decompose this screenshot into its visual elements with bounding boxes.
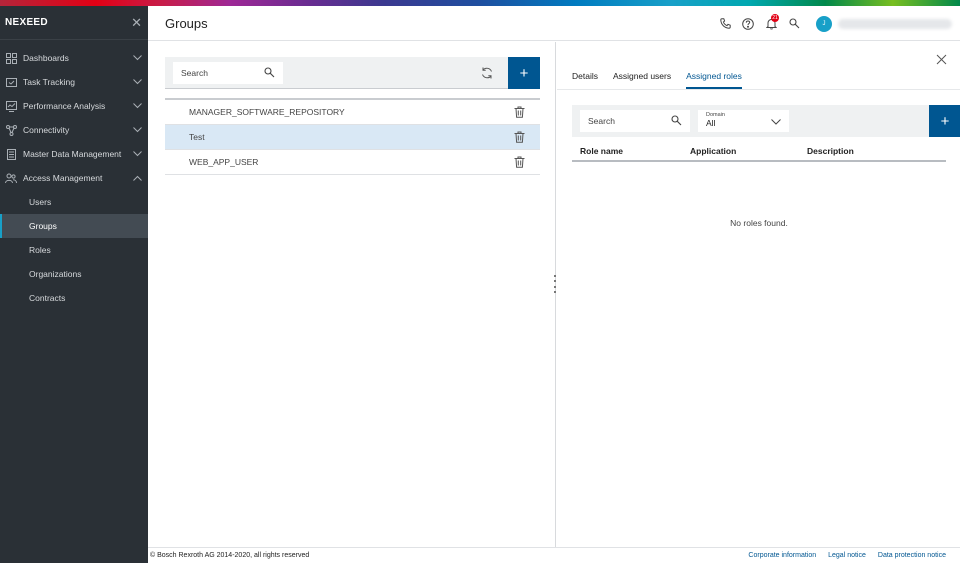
chart-icon	[5, 100, 17, 112]
groups-list: MANAGER_SOFTWARE_REPOSITORY Test WEB_APP…	[165, 98, 540, 175]
list-item[interactable]: MANAGER_SOFTWARE_REPOSITORY	[165, 100, 540, 125]
page-title: Groups	[165, 15, 208, 31]
sidebar-item-label: Dashboards	[23, 53, 69, 63]
list-item[interactable]: WEB_APP_USER	[165, 150, 540, 175]
domain-select-value: All	[706, 118, 716, 128]
connectivity-icon	[5, 124, 17, 136]
brand-logo: NEXEED	[5, 17, 48, 28]
sidebar-subitem-users[interactable]: Users	[0, 190, 148, 214]
copyright-text: © Bosch Rexroth AG 2014-2020, all rights…	[150, 552, 310, 559]
users-icon	[5, 172, 17, 184]
sidebar-subitem-groups[interactable]: Groups	[0, 214, 148, 238]
task-icon	[5, 76, 17, 88]
delete-trash-icon[interactable]	[514, 131, 526, 143]
roles-table-header: Role name Application Description	[572, 142, 946, 162]
database-icon	[5, 148, 17, 160]
column-header-role-name[interactable]: Role name	[572, 146, 682, 156]
group-details-panel: Details Assigned users Assigned roles Se…	[557, 42, 960, 547]
groups-panel: Search + MANAGER_SOFTWARE_REPOSITORY Tes…	[148, 42, 556, 547]
user-name-blurred[interactable]	[838, 18, 952, 29]
roles-search-input[interactable]: Search	[580, 110, 690, 132]
avatar[interactable]: J	[816, 15, 832, 32]
sidebar-item-label: Access Management	[23, 173, 103, 183]
chevron-down-icon	[132, 149, 142, 159]
sidebar-item-dashboards[interactable]: Dashboards	[0, 46, 148, 70]
empty-state-message: No roles found.	[730, 218, 788, 228]
search-placeholder: Search	[181, 68, 208, 78]
delete-trash-icon[interactable]	[514, 156, 526, 168]
page-footer: © Bosch Rexroth AG 2014-2020, all rights…	[148, 547, 960, 563]
column-header-description[interactable]: Description	[799, 146, 854, 156]
roles-toolbar: Search Domain All +	[572, 105, 960, 137]
sidebar-item-performance-analysis[interactable]: Performance Analysis	[0, 94, 148, 118]
tab-details[interactable]: Details	[572, 68, 598, 89]
list-item-selected[interactable]: Test	[165, 125, 540, 150]
sidebar-item-label: Performance Analysis	[23, 101, 106, 111]
sidebar-item-task-tracking[interactable]: Task Tracking	[0, 70, 148, 94]
delete-trash-icon[interactable]	[514, 106, 526, 118]
add-role-button[interactable]: +	[929, 105, 960, 137]
refresh-icon[interactable]	[480, 66, 494, 80]
chevron-down-icon	[132, 53, 142, 63]
add-group-button[interactable]: +	[508, 57, 540, 89]
search-icon	[264, 66, 275, 80]
legal-notice-link[interactable]: Legal notice	[828, 552, 866, 559]
search-icon	[671, 114, 682, 128]
sidebar-subitem-contracts[interactable]: Contracts	[0, 286, 148, 310]
chevron-down-icon	[132, 125, 142, 135]
chevron-down-icon	[771, 117, 781, 125]
dashboard-icon	[5, 52, 17, 64]
sidebar: NEXEED ✕ Dashboards Task Tracking Perfor…	[0, 6, 148, 563]
header-actions: 21 J	[714, 6, 960, 41]
domain-select[interactable]: Domain All	[698, 110, 789, 132]
brand-bar: NEXEED ✕	[0, 6, 148, 40]
data-protection-notice-link[interactable]: Data protection notice	[878, 552, 946, 559]
notification-count-badge: 21	[771, 13, 779, 22]
groups-toolbar: Search +	[165, 57, 540, 89]
group-name: Test	[189, 132, 205, 142]
search-icon[interactable]	[783, 13, 805, 35]
chevron-down-icon	[132, 77, 142, 87]
chevron-down-icon	[132, 101, 142, 111]
close-icon[interactable]	[936, 54, 948, 66]
sidebar-item-connectivity[interactable]: Connectivity	[0, 118, 148, 142]
sidebar-item-access-management[interactable]: Access Management	[0, 166, 148, 190]
sidebar-item-label: Task Tracking	[23, 77, 75, 87]
phone-icon[interactable]	[714, 13, 736, 35]
sidebar-subitem-organizations[interactable]: Organizations	[0, 262, 148, 286]
sidebar-item-master-data-management[interactable]: Master Data Management	[0, 142, 148, 166]
tabs-divider	[557, 89, 960, 90]
group-name: MANAGER_SOFTWARE_REPOSITORY	[189, 107, 345, 117]
close-sidebar-icon[interactable]: ✕	[131, 15, 142, 31]
help-icon[interactable]	[737, 13, 759, 35]
page-header: Groups 21 J	[148, 6, 960, 41]
tab-assigned-roles[interactable]: Assigned roles	[686, 68, 742, 89]
notification-bell-icon[interactable]: 21	[760, 13, 782, 35]
sidebar-item-label: Master Data Management	[23, 149, 122, 159]
search-placeholder: Search	[588, 116, 615, 126]
column-header-application[interactable]: Application	[682, 146, 799, 156]
group-name: WEB_APP_USER	[189, 157, 259, 167]
details-tabs: Details Assigned users Assigned roles	[572, 68, 757, 89]
corporate-information-link[interactable]: Corporate information	[748, 552, 816, 559]
sidebar-item-label: Connectivity	[23, 125, 70, 135]
tab-assigned-users[interactable]: Assigned users	[613, 68, 671, 89]
chevron-up-icon	[132, 173, 142, 183]
sidebar-subitem-roles[interactable]: Roles	[0, 238, 148, 262]
groups-search-input[interactable]: Search	[173, 62, 283, 84]
